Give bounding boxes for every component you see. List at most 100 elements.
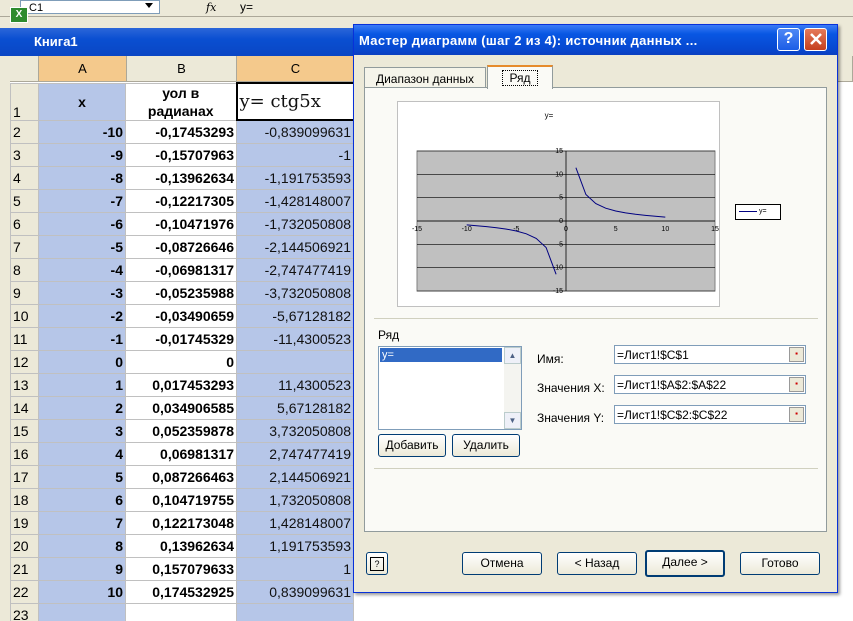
row-header[interactable]: 9 [10, 280, 39, 305]
row-header[interactable]: 3 [10, 142, 39, 167]
cell-c[interactable]: 11,4300523 [236, 372, 354, 397]
collapse-dialog-icon[interactable]: ▪ [789, 377, 804, 392]
chevron-down-icon[interactable] [145, 3, 153, 8]
dialog-titlebar[interactable]: Мастер диаграмм (шаг 2 из 4): источник д… [354, 25, 837, 55]
row-header[interactable]: 15 [10, 418, 39, 443]
tab-data-range[interactable]: Диапазон данных [364, 67, 486, 89]
cell-a1[interactable]: x [38, 82, 126, 121]
cancel-button[interactable]: Отмена [462, 552, 542, 575]
cell-b[interactable]: 0,06981317 [125, 441, 237, 466]
row-header[interactable]: 22 [10, 579, 39, 604]
cell-b[interactable]: 0 [125, 349, 237, 374]
row-header[interactable]: 18 [10, 487, 39, 512]
close-button[interactable] [804, 28, 827, 51]
row-header[interactable]: 6 [10, 211, 39, 236]
formula-input[interactable]: y= [240, 0, 253, 15]
series-list[interactable]: y= ▲ ▼ [378, 346, 522, 430]
cell-a[interactable]: 7 [38, 510, 126, 535]
cell-c[interactable]: 1,732050808 [236, 487, 354, 512]
scrollbar[interactable]: ▲ ▼ [504, 347, 521, 429]
row-header[interactable]: 13 [10, 372, 39, 397]
cell-b[interactable]: 0,13962634 [125, 533, 237, 558]
cell-c[interactable]: 5,67128182 [236, 395, 354, 420]
row-header[interactable]: 5 [10, 188, 39, 213]
cell-a[interactable]: -1 [38, 326, 126, 351]
select-all-corner[interactable] [10, 56, 39, 82]
cell-b[interactable]: 0,052359878 [125, 418, 237, 443]
cell-c[interactable]: -5,67128182 [236, 303, 354, 328]
cell-c[interactable]: -1,191753593 [236, 165, 354, 190]
cell-b[interactable]: 0,087266463 [125, 464, 237, 489]
cell-b[interactable]: 0,017453293 [125, 372, 237, 397]
cell-a[interactable]: -9 [38, 142, 126, 167]
cell-c[interactable]: 1,191753593 [236, 533, 354, 558]
collapse-dialog-icon[interactable]: ▪ [789, 407, 804, 422]
cell-a[interactable]: -5 [38, 234, 126, 259]
cell-b[interactable]: -0,01745329 [125, 326, 237, 351]
row-header[interactable]: 11 [10, 326, 39, 351]
cell-b[interactable]: 0,122173048 [125, 510, 237, 535]
row-header[interactable]: 2 [10, 119, 39, 144]
cell-c[interactable]: 2,747477419 [236, 441, 354, 466]
cell-c[interactable] [236, 349, 354, 374]
cell-a[interactable]: 6 [38, 487, 126, 512]
back-button[interactable]: < Назад [557, 552, 637, 575]
cell-a[interactable]: -10 [38, 119, 126, 144]
cell-c[interactable]: -2,144506921 [236, 234, 354, 259]
row-header[interactable]: 16 [10, 441, 39, 466]
cell-c[interactable]: -2,747477419 [236, 257, 354, 282]
list-item[interactable]: y= [380, 348, 502, 362]
cell-c[interactable]: 0,839099631 [236, 579, 354, 604]
help-button[interactable]: ? [777, 28, 800, 51]
cell-b[interactable]: 0,157079633 [125, 556, 237, 581]
fx-icon[interactable]: fx [206, 0, 216, 16]
office-assistant-button[interactable]: ? [366, 552, 388, 575]
cell-a[interactable]: 9 [38, 556, 126, 581]
name-box[interactable]: C1 [20, 0, 160, 14]
cell-b[interactable]: -0,05235988 [125, 280, 237, 305]
row-header[interactable]: 14 [10, 395, 39, 420]
cell-b[interactable]: -0,17453293 [125, 119, 237, 144]
cell-a[interactable]: 8 [38, 533, 126, 558]
column-header-b[interactable]: B [127, 56, 237, 82]
cell-b[interactable]: -0,06981317 [125, 257, 237, 282]
cell-c[interactable]: -1 [236, 142, 354, 167]
scroll-up-icon[interactable]: ▲ [504, 347, 521, 364]
cell-b[interactable]: -0,08726646 [125, 234, 237, 259]
cell-c[interactable]: -1,732050808 [236, 211, 354, 236]
remove-series-button[interactable]: Удалить [452, 434, 520, 457]
next-button[interactable]: Далее > [645, 550, 725, 577]
cell-a[interactable]: 3 [38, 418, 126, 443]
row-header[interactable]: 23 [10, 602, 39, 621]
column-header-c[interactable]: C [237, 56, 355, 82]
cell-c[interactable]: -1,428148007 [236, 188, 354, 213]
row-header[interactable]: 21 [10, 556, 39, 581]
cell-b[interactable]: -0,10471976 [125, 211, 237, 236]
row-header[interactable]: 10 [10, 303, 39, 328]
cell-a[interactable]: -8 [38, 165, 126, 190]
cell-c[interactable]: -3,732050808 [236, 280, 354, 305]
cell-a[interactable]: -4 [38, 257, 126, 282]
cell-a[interactable] [38, 602, 126, 621]
cell-a[interactable]: 4 [38, 441, 126, 466]
cell-a[interactable]: 10 [38, 579, 126, 604]
cell-b[interactable]: 0,034906585 [125, 395, 237, 420]
row-header[interactable]: 20 [10, 533, 39, 558]
cell-c1-active[interactable]: y= ctg5x [235, 82, 355, 121]
cell-b[interactable]: 0,174532925 [125, 579, 237, 604]
column-header-a[interactable]: A [39, 56, 127, 82]
cell-c[interactable]: 2,144506921 [236, 464, 354, 489]
cell-a[interactable]: -6 [38, 211, 126, 236]
cell-a[interactable]: -7 [38, 188, 126, 213]
cell-a[interactable]: -2 [38, 303, 126, 328]
row-header[interactable]: 4 [10, 165, 39, 190]
cell-c[interactable]: -11,4300523 [236, 326, 354, 351]
cell-c[interactable] [236, 602, 354, 621]
cell-a[interactable]: -3 [38, 280, 126, 305]
tab-series[interactable]: Ряд [487, 65, 553, 89]
cell-a[interactable]: 0 [38, 349, 126, 374]
row-header[interactable]: 7 [10, 234, 39, 259]
cell-b[interactable]: -0,13962634 [125, 165, 237, 190]
cell-a[interactable]: 1 [38, 372, 126, 397]
cell-a[interactable]: 5 [38, 464, 126, 489]
